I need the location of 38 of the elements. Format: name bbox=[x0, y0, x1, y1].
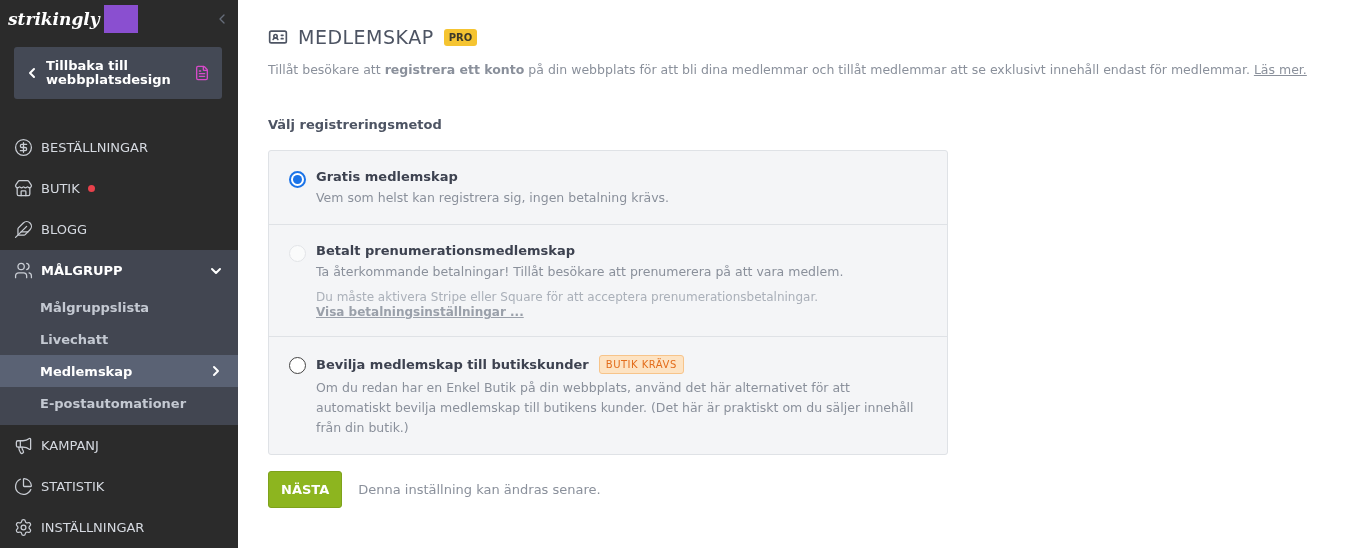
store-icon bbox=[14, 179, 33, 198]
nav-item[interactable]: BLOGG bbox=[0, 209, 238, 250]
nav-item[interactable]: STATISTIK bbox=[0, 466, 238, 507]
option-description: Vem som helst kan registrera sig, ingen betalning krävs. bbox=[316, 189, 670, 207]
requirement-badge: BUTIK KRÄVS bbox=[598, 355, 684, 374]
megaphone-icon bbox=[14, 436, 33, 455]
radio-button[interactable] bbox=[289, 357, 306, 374]
document-icon bbox=[194, 65, 210, 81]
settings-icon bbox=[14, 518, 33, 537]
option-description: Ta återkommande betalningar! Tillåt besökare att prenumerera på att vara medlem. bbox=[316, 263, 845, 281]
page-title: MEDLEMSKAP bbox=[298, 26, 434, 48]
option-note: Du måste aktivera Stripe eller Square för att acceptera prenumerationsbetalningar. Visa betalningsinställningar ... bbox=[316, 290, 820, 320]
option-title: Betalt prenumerationsmedlemskap bbox=[316, 243, 576, 258]
id-card-icon bbox=[268, 27, 288, 47]
back-button[interactable]: Tillbaka till webbplatsdesign bbox=[14, 47, 222, 99]
section-label: Välj registreringsmetod bbox=[268, 117, 443, 132]
pie-chart-icon bbox=[14, 477, 33, 496]
nav-subitem[interactable]: Medlemskap bbox=[0, 355, 238, 387]
logo-mark bbox=[103, 4, 138, 33]
nav-subitem[interactable]: Målgruppslista bbox=[0, 291, 238, 323]
pro-badge: PRO bbox=[443, 28, 478, 46]
nav-item[interactable]: KAMPANJ bbox=[0, 425, 238, 466]
radio-button[interactable] bbox=[289, 171, 306, 188]
nav-item[interactable]: BUTIK bbox=[0, 168, 238, 209]
footer-note: Denna inställning kan ändras senare. bbox=[358, 482, 601, 497]
people-icon bbox=[14, 261, 33, 280]
nav-subitem[interactable]: E-postautomationer bbox=[0, 387, 238, 419]
nav-subitem[interactable]: Livechatt bbox=[0, 323, 238, 355]
nav-item[interactable]: MÅLGRUPP bbox=[0, 250, 238, 291]
option-title: Gratis medlemskap bbox=[316, 169, 458, 184]
logo: strikingly bbox=[8, 8, 100, 29]
feather-icon bbox=[14, 220, 33, 239]
intro-text: Tillåt besökare att registrera ett konto på din webbplats för att bli dina medlemmar och tillåt medlemmar att se exklusivt innehåll endast för medlemmar. bbox=[268, 62, 1250, 77]
option-title: Bevilja medlemskap till butikskunder bbox=[316, 357, 589, 372]
option-description: Om du redan har en Enkel Butik på din webbplats, använd det här alternativet för att automatiskt bevilja medlemskap till butikens kunder. (Det här är praktiskt om du säljer innehåll från din butik.) bbox=[316, 379, 915, 437]
nav-item[interactable]: INSTÄLLNINGAR bbox=[0, 507, 238, 548]
nav-item[interactable]: BESTÄLLNINGAR bbox=[0, 127, 238, 168]
dollar-icon bbox=[14, 138, 33, 157]
